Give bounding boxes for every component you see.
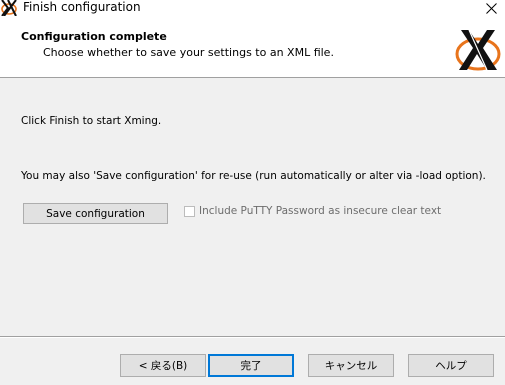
cancel-button[interactable]: キャンセル [308,354,394,377]
title-bar: Finish configuration [0,0,505,17]
xming-logo [455,29,501,71]
finish-button[interactable]: 完了 [208,354,294,377]
header-subtitle: Choose whether to save your settings to … [43,46,334,59]
include-password-label: Include PuTTY Password as insecure clear… [199,205,442,217]
window-title: Finish configuration [23,0,141,14]
include-password-option[interactable]: Include PuTTY Password as insecure clear… [184,205,441,217]
finish-instruction: Click Finish to start Xming. [21,115,162,127]
wizard-header: Configuration complete Choose whether to… [0,16,505,78]
footer-separator [0,336,505,338]
close-button[interactable] [477,0,505,16]
close-icon [485,2,497,14]
help-button[interactable]: ヘルプ [408,354,494,377]
save-instruction: You may also 'Save configuration' for re… [21,170,486,182]
back-button[interactable]: < 戻る(B) [120,354,206,377]
include-password-checkbox[interactable] [184,205,195,217]
save-configuration-button[interactable]: Save configuration [23,203,168,224]
xming-icon [1,0,17,17]
header-title: Configuration complete [21,30,167,43]
